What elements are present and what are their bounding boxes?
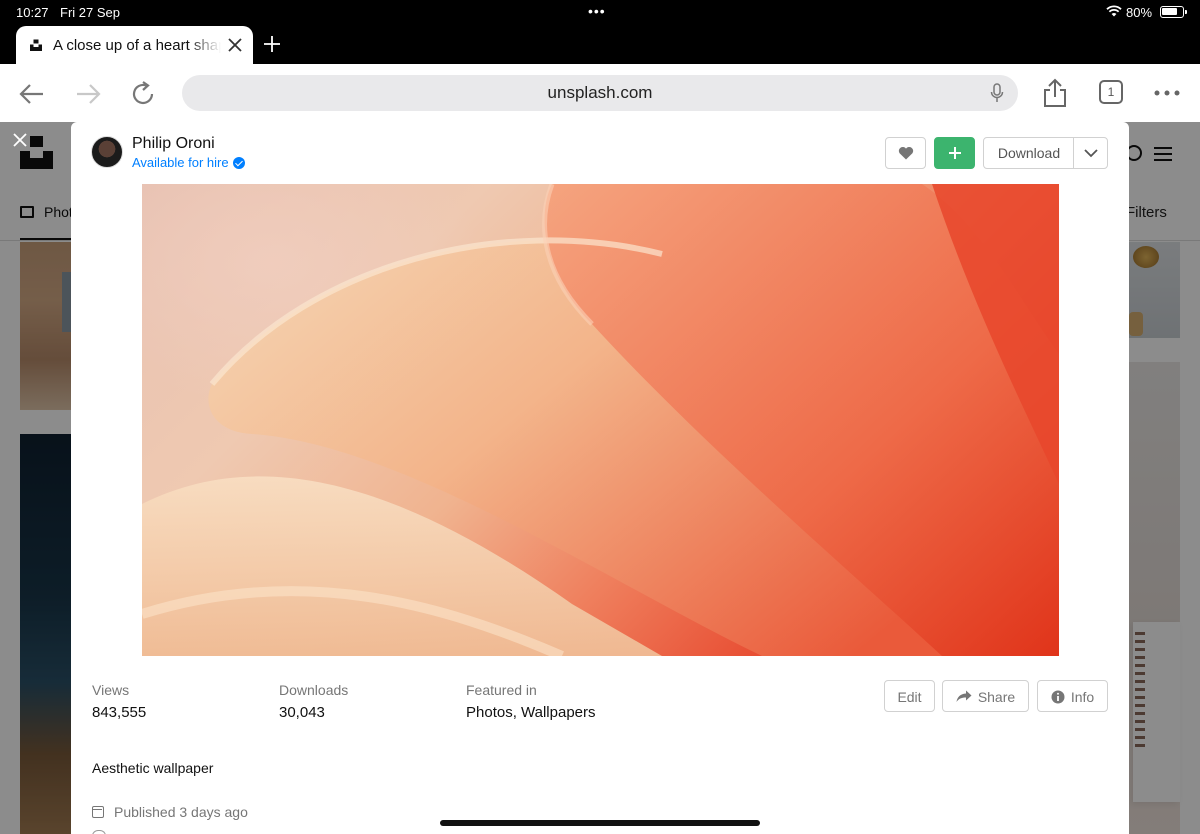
calendar-icon [92, 806, 104, 818]
add-to-collection-button[interactable] [934, 137, 975, 169]
share-arrow-icon [956, 690, 972, 703]
back-arrow-icon[interactable] [18, 80, 46, 108]
share-button[interactable]: Share [942, 680, 1029, 712]
microphone-icon[interactable] [990, 83, 1004, 103]
new-tab-plus-icon[interactable] [262, 34, 282, 54]
download-button[interactable]: Download [984, 138, 1074, 168]
info-icon [1051, 690, 1065, 704]
heart-icon [898, 146, 913, 160]
tab-title: A close up of a heart shaped object [53, 37, 221, 54]
author-name[interactable]: Philip Oroni [132, 135, 215, 153]
browser-toolbar: unsplash.com 1 [0, 64, 1200, 122]
verified-check-icon [232, 157, 245, 169]
main-photo[interactable] [142, 184, 1059, 656]
main-photo-art [142, 184, 1059, 656]
battery-percent: 80% [1126, 5, 1153, 20]
tab-strip: A close up of a heart shaped object [0, 24, 1200, 64]
info-button[interactable]: Info [1037, 680, 1108, 712]
more-icon[interactable] [1154, 90, 1180, 96]
tabs-overview-button[interactable]: 1 [1099, 80, 1123, 104]
edit-button[interactable]: Edit [884, 680, 935, 712]
url-text: unsplash.com [547, 83, 653, 102]
wifi-icon [1106, 5, 1122, 17]
share-icon[interactable] [1042, 78, 1068, 108]
home-indicator[interactable] [440, 820, 760, 826]
address-bar[interactable]: unsplash.com [182, 75, 1018, 111]
views-label: Views [92, 682, 130, 698]
unsplash-favicon-icon [30, 39, 42, 51]
close-icon[interactable] [12, 132, 28, 148]
status-date: Fri 27 Sep [60, 5, 120, 20]
plus-icon [948, 147, 961, 159]
download-button-group: Download [983, 137, 1108, 169]
battery-icon [1160, 6, 1187, 18]
published-date: Published 3 days ago [92, 804, 248, 820]
forward-arrow-icon[interactable] [74, 80, 102, 108]
featured-in-value[interactable]: Photos, Wallpapers [466, 704, 596, 721]
downloads-value: 30,043 [279, 704, 325, 721]
browser-tab[interactable]: A close up of a heart shaped object [16, 26, 253, 64]
views-value: 843,555 [92, 704, 147, 721]
chevron-down-icon[interactable] [1083, 146, 1099, 160]
avatar[interactable] [91, 136, 123, 168]
tab-close-icon[interactable] [226, 36, 244, 54]
photo-description: Aesthetic wallpaper [92, 760, 214, 776]
downloads-label: Downloads [279, 682, 349, 698]
reload-icon[interactable] [130, 80, 158, 108]
available-for-hire-link[interactable]: Available for hire [132, 155, 245, 170]
multitasking-dots-icon[interactable]: ••• [588, 3, 606, 19]
battery-level [1162, 8, 1177, 15]
status-bar: 10:27 Fri 27 Sep ••• 80% [0, 0, 1200, 24]
location-icon [92, 830, 106, 834]
like-button[interactable] [885, 137, 926, 169]
featured-in-label: Featured in [466, 682, 537, 698]
photo-modal: Philip Oroni Available for hire Download [71, 122, 1129, 834]
status-time: 10:27 [16, 5, 49, 20]
